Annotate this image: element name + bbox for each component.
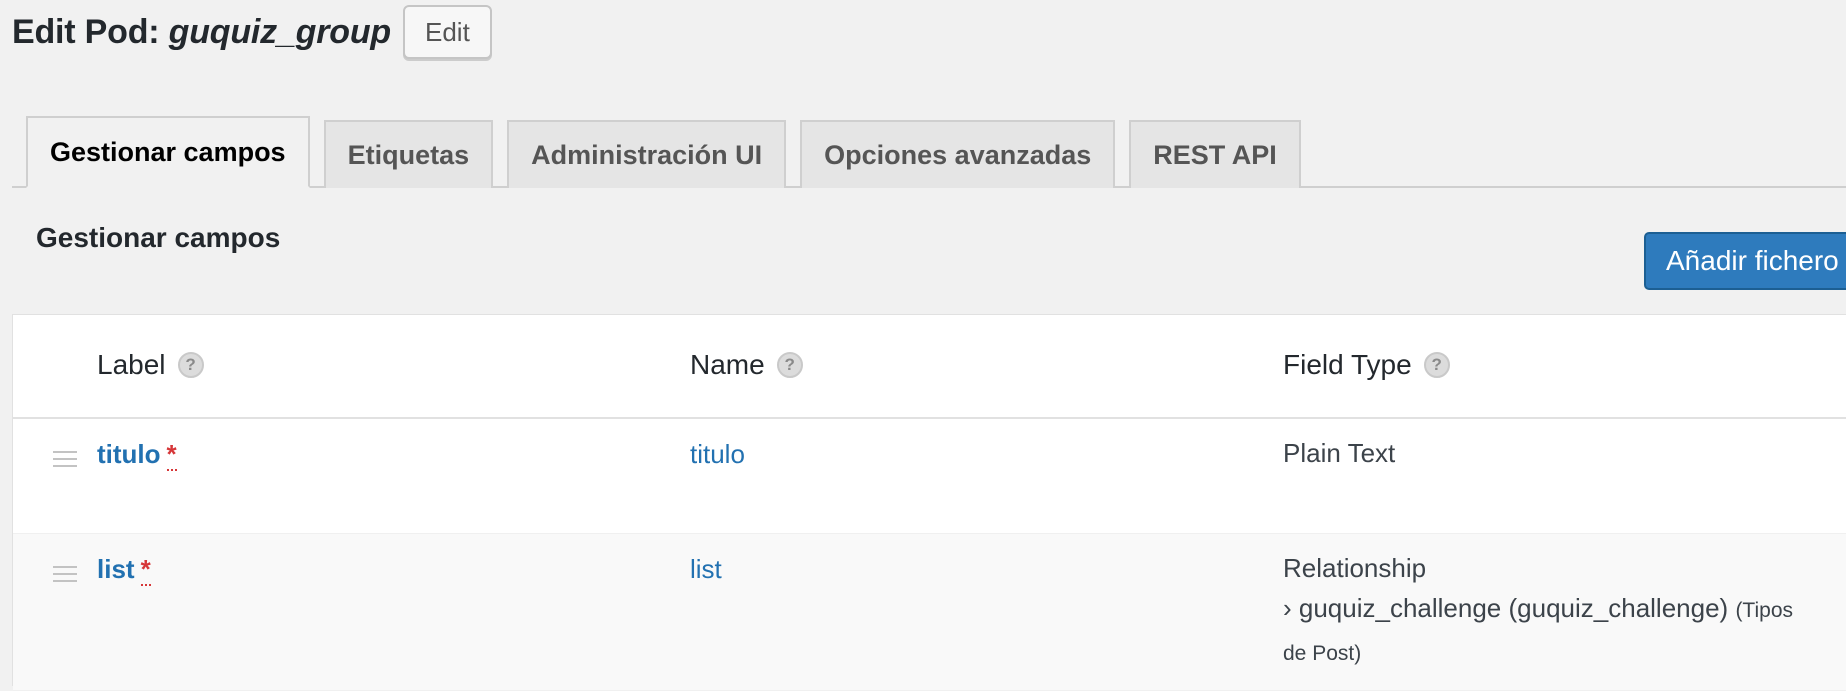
table-row: titulo * titulo Plain Text [13, 419, 1846, 534]
tab-rest-api[interactable]: REST API [1129, 120, 1301, 188]
field-label-cell: list * [97, 554, 151, 586]
field-related-object-kind-cont: de Post) [1283, 631, 1793, 674]
field-type-text: Relationship [1283, 553, 1427, 583]
page-header: Edit Pod: guquiz_group Edit [12, 0, 492, 64]
field-related-object: › guquiz_challenge (guquiz_challenge) (T… [1283, 588, 1793, 631]
required-marker: * [166, 439, 177, 471]
table-header: Label ? Name ? Field Type ? [13, 315, 1846, 419]
field-type-cell: Plain Text [1283, 433, 1395, 473]
table-row: list * list Relationship › guquiz_challen… [13, 534, 1846, 691]
field-related-object-name: › guquiz_challenge (guquiz_challenge) [1283, 593, 1729, 623]
column-header-label: Label ? [97, 349, 204, 381]
field-name-link[interactable]: titulo [690, 439, 745, 469]
column-header-name: Name ? [690, 349, 803, 381]
field-related-object-kind: (Tipos [1735, 599, 1794, 622]
drag-handle-icon[interactable] [53, 451, 77, 467]
field-name-link[interactable]: list [690, 554, 722, 584]
page-title: Edit Pod: guquiz_group [12, 13, 391, 52]
field-label-link[interactable]: titulo [97, 439, 161, 469]
help-icon[interactable]: ? [1423, 352, 1450, 378]
field-name-cell: list [690, 554, 722, 585]
tab-opciones-avanzadas[interactable]: Opciones avanzadas [800, 120, 1116, 188]
fields-table: Label ? Name ? Field Type ? titulo * titu… [12, 314, 1846, 691]
required-marker: * [140, 554, 151, 586]
field-type-text: Plain Text [1283, 438, 1396, 468]
help-icon[interactable]: ? [776, 352, 803, 378]
tab-etiquetas[interactable]: Etiquetas [323, 120, 494, 188]
pod-name: guquiz_group [168, 12, 392, 51]
column-header-name-text: Name [690, 349, 765, 380]
column-header-label-text: Label [97, 349, 166, 380]
edit-pod-button[interactable]: Edit [403, 5, 492, 59]
column-header-field-type: Field Type ? [1283, 349, 1450, 381]
tab-gestionar-campos[interactable]: Gestionar campos [26, 116, 310, 188]
field-name-cell: titulo [690, 439, 745, 470]
tab-administracion-ui[interactable]: Administración UI [507, 120, 787, 188]
add-field-button[interactable]: Añadir fichero [1644, 232, 1846, 290]
field-related-object-kind-line2: de Post) [1283, 642, 1362, 665]
tab-bar: Gestionar campos Etiquetas Administració… [12, 114, 1846, 188]
section-title: Gestionar campos [36, 222, 281, 253]
field-label-cell: titulo * [97, 439, 177, 471]
field-type-cell: Relationship › guquiz_challenge (guquiz_… [1283, 548, 1793, 674]
field-label-link[interactable]: list [97, 554, 135, 584]
help-icon[interactable]: ? [177, 352, 204, 378]
drag-handle-icon[interactable] [53, 566, 77, 582]
column-header-field-type-text: Field Type [1283, 349, 1412, 380]
page-title-prefix: Edit Pod: [12, 12, 169, 51]
